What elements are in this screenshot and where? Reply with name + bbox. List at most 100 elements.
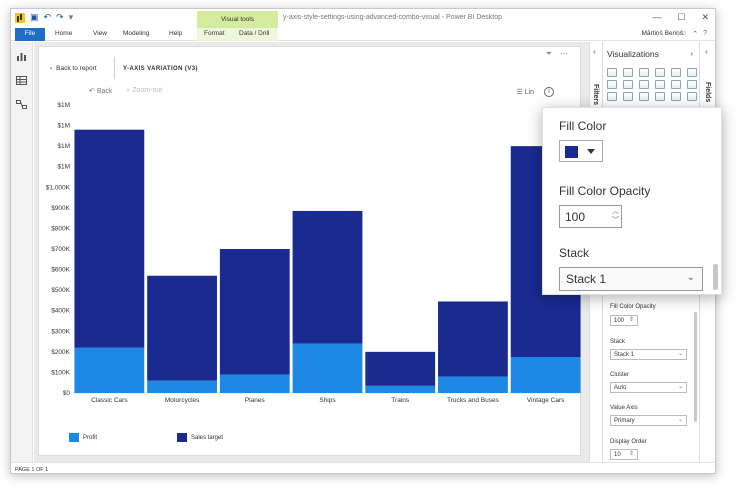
fill-opacity-input[interactable]: 100 ︿ ﹀ [559, 205, 622, 228]
expand-fields-icon[interactable]: ‹ [705, 47, 708, 56]
fill-color-swatch [565, 146, 578, 158]
100-bar-icon[interactable] [671, 68, 681, 77]
smiley-icon[interactable]: ☺ [680, 30, 687, 38]
fields-label: Fields [704, 82, 711, 103]
spinner-icon[interactable]: ︿ ﹀ [612, 207, 619, 225]
donut-icon[interactable] [671, 92, 681, 101]
chevron-down-icon: ⌄ [686, 272, 695, 283]
customize-icon[interactable]: ▾ [69, 12, 74, 23]
bar-profit [365, 385, 436, 393]
spinner-icon[interactable]: ⇕ [629, 316, 634, 323]
display-order-label: Display Order [610, 439, 647, 445]
treemap-icon[interactable] [687, 92, 697, 101]
y-tick-label: $700K [51, 246, 70, 253]
stacked-column-chart: $0 $100K $200K $300K $400K $500K $600K $700K $80… [46, 102, 582, 404]
map-icon[interactable] [639, 92, 649, 101]
legend-label-profit: Profit [83, 434, 98, 441]
display-order-input[interactable]: 10 ⇕ [610, 449, 638, 460]
stack-select[interactable]: Stack 1 ⌄ [559, 267, 703, 291]
expand-filters-icon[interactable]: ‹ [593, 47, 596, 56]
save-icon[interactable]: ▣ [30, 12, 39, 23]
back-to-report-button[interactable]: ‹ Back to report [50, 65, 97, 72]
legend-item-profit[interactable]: Profit [69, 433, 97, 442]
report-canvas: ⏷ ⋯ ‹ Back to report Y-AXIS VARIATION (V… [34, 42, 589, 462]
cluster-select[interactable]: Auto ⌄ [610, 382, 687, 393]
funnel-icon[interactable] [623, 92, 633, 101]
zoom-out-button[interactable]: ⌕ Zoom-out [126, 87, 162, 95]
legend-swatch-sales-target [177, 433, 187, 442]
tab-modeling[interactable]: Modeling [123, 30, 149, 37]
bar-sales-target [438, 301, 508, 377]
ribbon-icons: ☺ ⌃ ? [680, 30, 707, 38]
line-chart-icon[interactable] [607, 80, 617, 89]
data-view-icon[interactable] [16, 76, 27, 85]
100-column-icon[interactable] [687, 68, 697, 77]
cluster-label: Cluster [610, 372, 630, 378]
redo-icon[interactable]: ↷ [56, 12, 64, 23]
line-column-icon[interactable] [655, 80, 665, 89]
window-controls: — ☐ ✕ [652, 12, 709, 23]
tab-data-drill[interactable]: Data / Drill [239, 30, 269, 37]
more-options-icon[interactable]: ⋯ [560, 49, 568, 59]
stacked-bar-icon[interactable] [607, 68, 617, 77]
power-bi-logo-icon [15, 12, 25, 23]
model-view-icon[interactable] [16, 100, 27, 109]
ribbon-tabs: File Home View Modeling Help Format Data… [11, 28, 715, 41]
tab-format[interactable]: Format [204, 30, 225, 37]
visual-type-gallery [607, 68, 699, 101]
page-indicator: PAGE 1 OF 1 [15, 467, 49, 473]
collapse-ribbon-icon[interactable]: ⌃ [692, 30, 698, 38]
tab-file[interactable]: File [15, 28, 45, 41]
chevron-down-icon: ⌄ [677, 351, 683, 357]
chevron-left-icon: ‹ [50, 65, 53, 72]
fill-color-picker[interactable] [559, 140, 603, 162]
maximize-icon[interactable]: ☐ [677, 12, 685, 23]
tab-help[interactable]: Help [169, 30, 182, 37]
spinner-icon[interactable]: ⇕ [629, 450, 634, 457]
ribbon-chart-icon[interactable] [671, 80, 681, 89]
minimize-icon[interactable]: — [652, 12, 661, 23]
stack-select[interactable]: Stack 1 ⌄ [610, 349, 687, 360]
pie-icon[interactable] [655, 92, 665, 101]
waterfall-icon[interactable] [687, 80, 697, 89]
format-settings-zoom-callout: Fill Color Fill Color Opacity 100 ︿ ﹀ Sta… [542, 107, 722, 295]
report-view-icon[interactable] [16, 52, 27, 61]
area-chart-icon[interactable] [623, 80, 633, 89]
stacked-column-icon[interactable] [623, 68, 633, 77]
visual-title: Y-AXIS VARIATION (V3) [123, 66, 198, 72]
bar-sales-target [147, 275, 217, 381]
x-tick-label: Vintage Cars [527, 397, 565, 404]
back-button[interactable]: ↶ Back [89, 87, 112, 95]
y-tick-label: $1M [57, 143, 70, 150]
value-axis-select[interactable]: Primary ⌄ [610, 415, 687, 426]
stack-label: Stack [610, 339, 626, 345]
bar-profit [74, 347, 145, 393]
bar-sales-target [292, 210, 363, 344]
clustered-column-icon[interactable] [655, 68, 665, 77]
help-icon[interactable]: ? [703, 30, 707, 38]
x-tick-label: Ships [319, 397, 336, 404]
collapse-viz-icon[interactable]: › [690, 49, 693, 58]
visualizations-title: Visualizations [607, 49, 659, 59]
bar-profit [438, 376, 508, 393]
undo-icon[interactable]: ↶ [44, 12, 52, 23]
legend-label-sales-target: Sales target [191, 434, 224, 441]
fill-opacity-input[interactable]: 100 ⇕ [610, 315, 638, 326]
user-name[interactable]: Mārtiņš Beriņš [641, 30, 683, 37]
clustered-bar-icon[interactable] [639, 68, 649, 77]
filter-icon[interactable]: ⏷ [546, 49, 552, 59]
fill-color-label: Fill Color [559, 119, 607, 133]
tab-view[interactable]: View [93, 30, 107, 37]
stack-label: Stack [559, 246, 590, 260]
y-tick-label: $400K [51, 308, 70, 315]
legend-item-sales-target[interactable]: Sales target [177, 433, 223, 442]
tab-home[interactable]: Home [55, 30, 72, 37]
chevron-down-icon: ⌄ [677, 384, 683, 390]
scatter-icon[interactable] [607, 92, 617, 101]
close-icon[interactable]: ✕ [701, 12, 709, 23]
chevron-down-icon: ⌄ [677, 417, 683, 423]
popup-scrollbar[interactable] [713, 264, 718, 290]
stacked-area-icon[interactable] [639, 80, 649, 89]
viz-pane-scrollbar[interactable] [694, 312, 697, 422]
y-tick-label: $1M [57, 164, 70, 171]
